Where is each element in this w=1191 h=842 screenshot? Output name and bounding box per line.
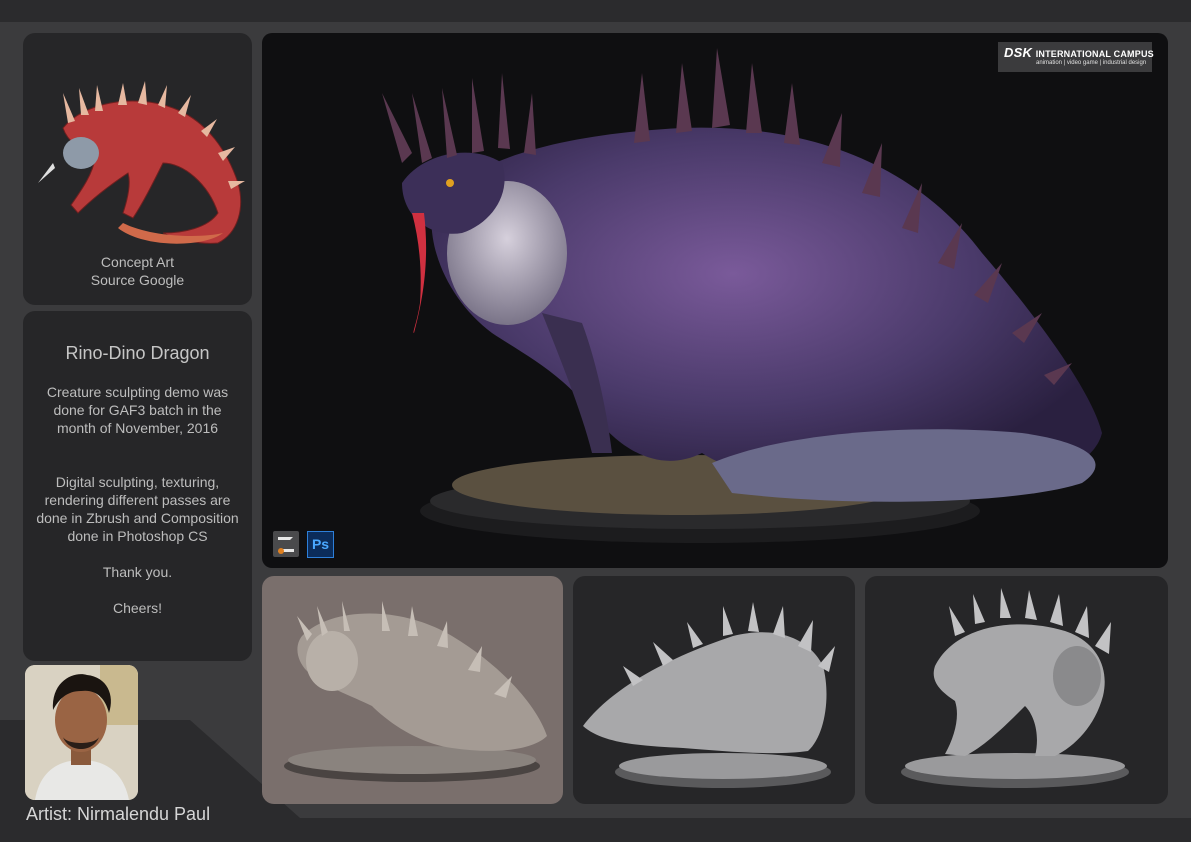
thumbnail-sculpt-front [865, 576, 1168, 804]
thanks-text: Thank you. [102, 564, 173, 580]
artist-avatar [25, 665, 138, 800]
text-line: done in Photoshop CS [67, 528, 208, 544]
logo-tagline: animation | video game | industrial desi… [1036, 60, 1147, 66]
logo-brand: DSK [1004, 45, 1033, 60]
text-line: done for GAF3 batch in the [53, 402, 222, 418]
concept-caption-line2: Source Google [90, 272, 185, 288]
description-paragraph-2: Digital sculpting, texturing, rendering … [35, 473, 240, 545]
text-line: month of November, 2016 [56, 420, 219, 436]
text-line: Digital sculpting, texturing, [55, 474, 220, 490]
concept-art-panel: Concept Art Source Google [23, 33, 252, 305]
thumbnail-sculpt-back [573, 576, 855, 804]
concept-caption-line1: Concept Art [100, 254, 175, 270]
zbrush-icon [273, 531, 299, 557]
text-line: rendering different passes are [44, 492, 231, 508]
main-render-panel [262, 33, 1168, 568]
logo-title: DSK INTERNATIONAL CAMPUS [1004, 45, 1154, 60]
concept-art-image [38, 81, 245, 244]
artwork-title: Rino-Dino Dragon [65, 343, 210, 363]
description-panel: Rino-Dino Dragon Creature sculpting demo… [23, 311, 252, 661]
description-paragraph-1: Creature sculpting demo was done for GAF… [35, 383, 240, 437]
dsk-logo: DSK INTERNATIONAL CAMPUS animation | vid… [998, 42, 1154, 72]
dragon-render-image [382, 48, 1102, 543]
logo-campus: INTERNATIONAL CAMPUS [1035, 49, 1154, 59]
text-line: done in Zbrush and Composition [36, 510, 239, 526]
artist-name: Artist: Nirmalendu Paul [26, 804, 211, 824]
text-line: Creature sculpting demo was [46, 384, 229, 400]
thumbnail-clay-render [262, 576, 563, 804]
photoshop-icon: Ps [307, 531, 334, 558]
top-bar [0, 0, 1191, 22]
cheers-text: Cheers! [112, 600, 163, 616]
